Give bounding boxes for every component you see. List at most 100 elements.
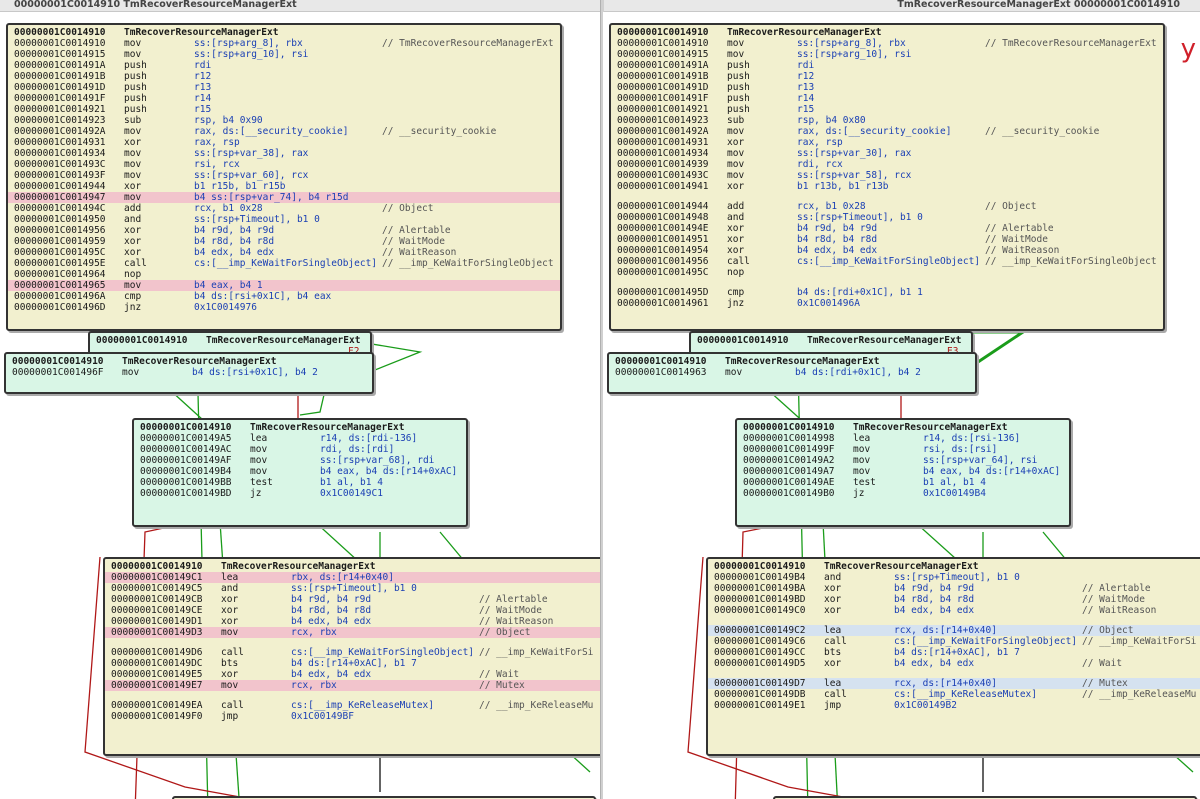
instruction-address: 00000001C00149A5 [140, 433, 232, 444]
instruction-address: 00000001C001494E [617, 223, 709, 234]
asm-row: 00000001C0014910 mov ss:[rsp+arg_8], rbx //… [8, 38, 560, 49]
operands: ss:[rsp+arg_8], rbx [194, 38, 303, 49]
mnemonic: push [124, 93, 147, 104]
mnemonic: cmp [124, 291, 142, 302]
left-graph-pane[interactable]: 00000001C0014910 TmRecoverResourceManager… [0, 12, 601, 799]
operands: ss:[rsp+var_64], rsi [923, 455, 1038, 466]
instruction-address: 00000001C00149D3 [111, 627, 203, 638]
mnemonic: mov [853, 455, 871, 466]
operands: r15 [194, 104, 212, 115]
small-block-front[interactable]: 00000001C0014910 TmRecoverResourceManager… [607, 352, 977, 394]
block-title: TmRecoverResourceManagerExt [122, 356, 277, 367]
blank-row [611, 192, 1163, 201]
loop-header-block[interactable]: 00000001C0014910 TmRecoverResourceManager… [735, 418, 1071, 527]
operands: b1 r15b, b1 r15b [194, 181, 286, 192]
comment: // Object [1082, 625, 1134, 636]
mnemonic: xor [124, 225, 142, 236]
mnemonic: mov [124, 148, 142, 159]
mnemonic: sub [727, 115, 745, 126]
comment: // Mutex [1082, 678, 1128, 689]
instruction-address: 00000001C00149BA [714, 583, 806, 594]
operands: b4 r8d, b4 r8d [291, 605, 372, 616]
operands: b4 ss:[rsp+var_74], b4 r15d [194, 192, 349, 203]
mnemonic: mov [853, 466, 871, 477]
block-address: 00000001C0014910 [12, 356, 104, 367]
instruction-address: 00000001C001495C [14, 247, 106, 258]
operands: cs:[__imp_KeReleaseMutex] [894, 689, 1037, 700]
left-pane-title: 00000001C0014910 TmRecoverResourceManage… [14, 0, 297, 10]
mnemonic: and [221, 583, 239, 594]
mnemonic: mov [727, 170, 745, 181]
mnemonic: jmp [221, 711, 239, 722]
small-block-front[interactable]: 00000001C0014910 TmRecoverResourceManager… [4, 352, 374, 394]
operands: ss:[rsp+Timeout], b1 0 [291, 583, 417, 594]
blank-row [105, 691, 601, 700]
instruction-address: 00000001C0014915 [617, 49, 709, 60]
mnemonic: mov [124, 170, 142, 181]
instruction-address: 00000001C00149D5 [714, 658, 806, 669]
mnemonic: push [124, 82, 147, 93]
mnemonic: mov [124, 38, 142, 49]
right-graph-pane[interactable]: 00000001C0014910 TmRecoverResourceManager… [603, 12, 1200, 799]
instruction-address: 00000001C00149E1 [714, 700, 806, 711]
operands: r12 [194, 71, 212, 82]
instruction-address: 00000001C00149AF [140, 455, 232, 466]
block-header: 00000001C0014910 TmRecoverResourceManager… [708, 559, 1200, 572]
instruction-address: 00000001C001496A [14, 291, 106, 302]
instruction-address: 00000001C00149AE [743, 477, 835, 488]
operands: rsi, ds:[rsi] [923, 444, 998, 455]
mnemonic: test [250, 477, 273, 488]
asm-row: 00000001C00149AE test b1 al, b1 4 [737, 477, 1069, 488]
instruction-address: 00000001C00149DB [714, 689, 806, 700]
instruction-address: 00000001C001495E [14, 258, 106, 269]
mnemonic: xor [221, 669, 239, 680]
mnemonic: xor [727, 245, 745, 256]
wait-release-block[interactable]: 00000001C0014910 TmRecoverResourceManager… [706, 557, 1200, 756]
asm-row: 00000001C0014947 mov b4 ss:[rsp+var_74], b… [8, 192, 560, 203]
comment: // Mutex [479, 680, 525, 691]
asm-row: 00000001C001492A mov rax, ds:[__security_c… [611, 126, 1163, 137]
asm-row: 00000001C0014961 jnz 0x1C001496A [611, 298, 1163, 309]
mnemonic: mov [250, 466, 268, 477]
operands: rcx, b1 0x28 [194, 203, 263, 214]
instruction-address: 00000001C0014915 [14, 49, 106, 60]
block-address: 00000001C0014910 [617, 27, 709, 38]
comment: // __imp_KeWaitForSi [1082, 636, 1197, 647]
operands: b4 r9d, b4 r9d [894, 583, 975, 594]
loop-header-rows: 00000001C0014910 TmRecoverResourceManager… [737, 420, 1069, 499]
instruction-address: 00000001C001491F [14, 93, 106, 104]
instruction-address: 00000001C001491B [617, 71, 709, 82]
asm-row: 00000001C001493F mov ss:[rsp+var_60], rcx [8, 170, 560, 181]
block-address: 00000001C0014910 [615, 356, 707, 367]
comment: // Wait [1082, 658, 1123, 669]
operands: rax, ds:[__security_cookie] [797, 126, 952, 137]
asm-row: 00000001C00149C6 call cs:[__imp_KeWaitForS… [708, 636, 1200, 647]
instruction-address: 00000001C0014956 [14, 225, 106, 236]
instruction-address: 00000001C001495D [617, 287, 709, 298]
operands: rcx, b1 0x28 [797, 201, 866, 212]
asm-row: 00000001C001491F push r14 [8, 93, 560, 104]
mnemonic: jnz [727, 298, 745, 309]
instruction-address: 00000001C00149D1 [111, 616, 203, 627]
asm-row: 00000001C00149E1 jmp 0x1C00149B2 [708, 700, 1200, 711]
block-address: 00000001C0014910 [714, 561, 806, 572]
main-function-block[interactable]: 00000001C0014910 TmRecoverResourceManager… [609, 23, 1165, 331]
instruction-address: 00000001C0014956 [617, 256, 709, 267]
mnemonic: push [727, 71, 750, 82]
operands: cs:[__imp_KeWaitForSingleObject] [894, 636, 1078, 647]
instruction-address: 00000001C0014951 [617, 234, 709, 245]
instruction-address: 00000001C00149B4 [714, 572, 806, 583]
asm-row: 00000001C00149BD xor b4 r8d, b4 r8d // Wait… [708, 594, 1200, 605]
asm-row: 00000001C00149EA call cs:[__imp_KeReleaseM… [105, 700, 601, 711]
loop-header-block[interactable]: 00000001C0014910 TmRecoverResourceManager… [132, 418, 468, 527]
instruction-address: 00000001C0014961 [617, 298, 709, 309]
main-function-block[interactable]: 00000001C0014910 TmRecoverResourceManager… [6, 23, 562, 331]
instruction-address: 00000001C0014939 [617, 159, 709, 170]
mnemonic: mov [727, 148, 745, 159]
asm-row: 00000001C00149C1 lea rbx, ds:[r14+0x40] [105, 572, 601, 583]
operands: rax, rsp [194, 137, 240, 148]
mnemonic: call [824, 636, 847, 647]
instruction-address: 00000001C0014910 [617, 38, 709, 49]
operands: 0x1C001496A [797, 298, 860, 309]
wait-release-block[interactable]: 00000001C0014910 TmRecoverResourceManager… [103, 557, 601, 756]
